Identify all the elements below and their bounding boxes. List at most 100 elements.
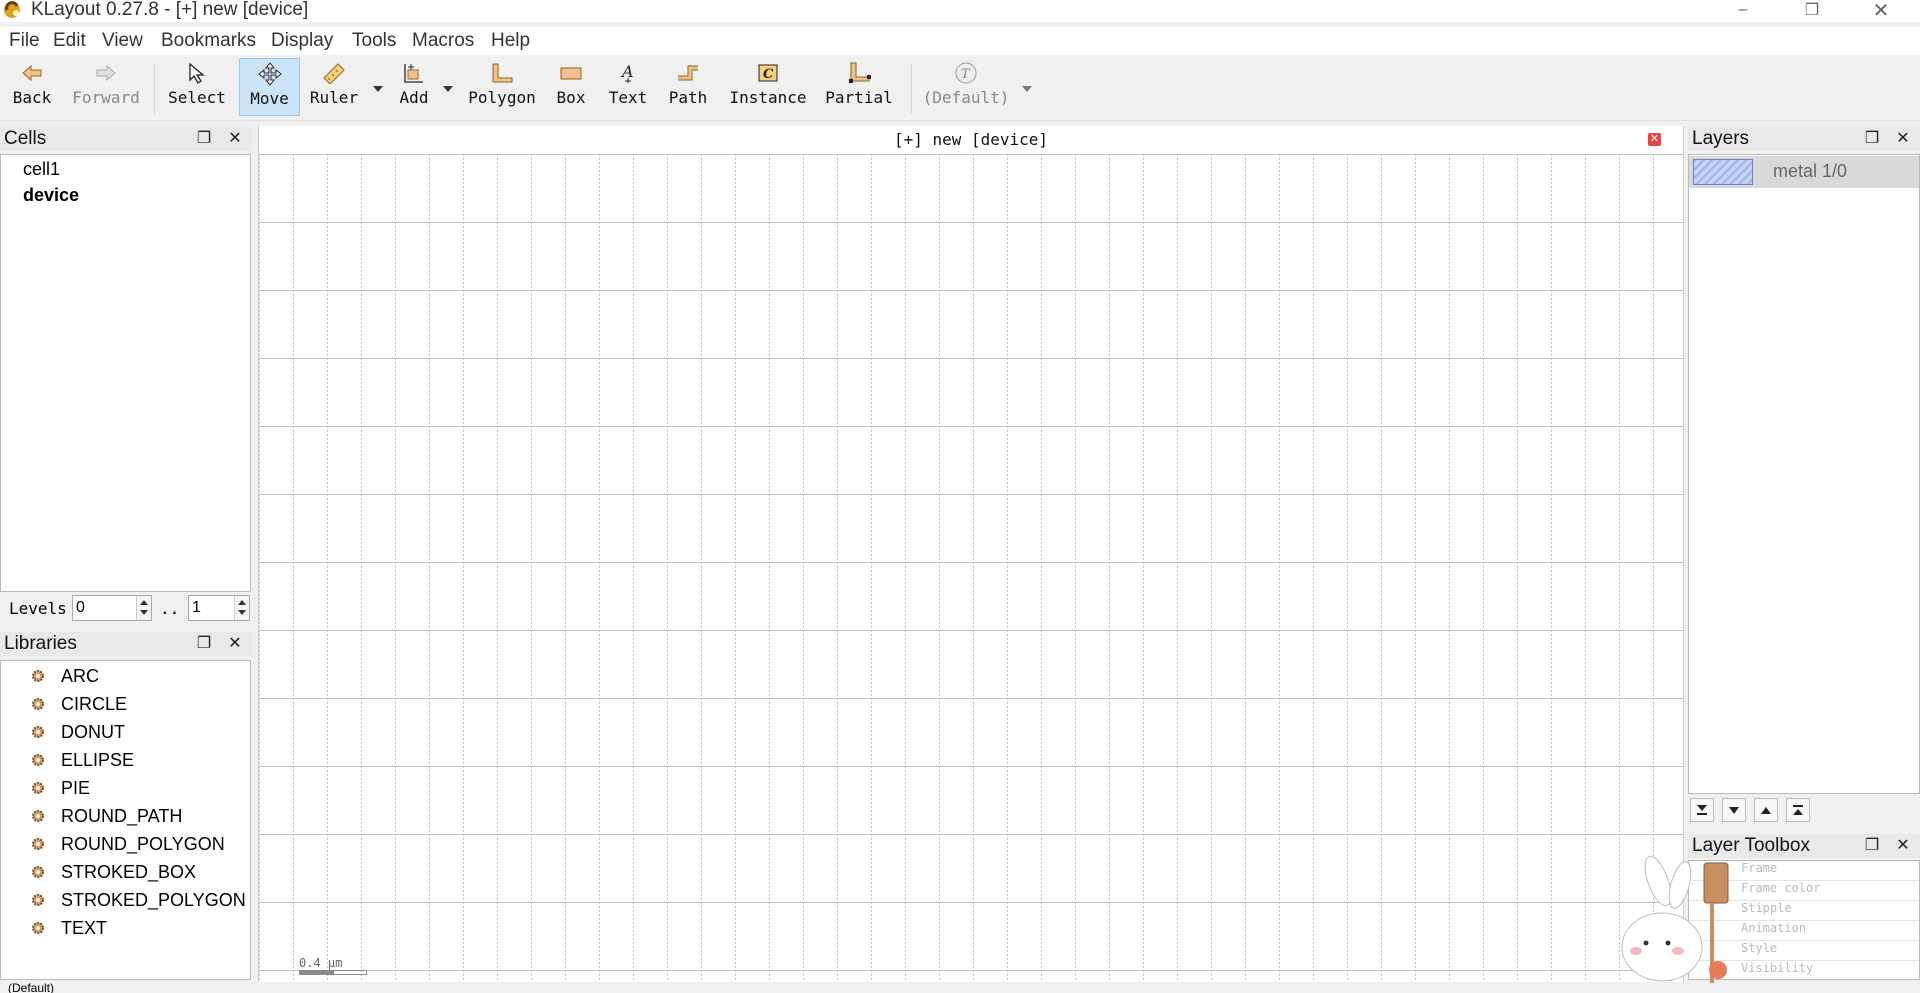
layout-grid[interactable] — [259, 154, 1683, 982]
toolbar-separator — [154, 64, 155, 114]
pcell-gear-icon — [32, 726, 44, 738]
pcell-gear-icon — [32, 866, 44, 878]
layer-item[interactable]: metal 1/0 — [1689, 156, 1919, 188]
menu-help[interactable]: Help — [491, 30, 530, 52]
polygon-icon — [492, 63, 513, 83]
close-view-icon[interactable]: ✕ — [1648, 133, 1661, 146]
pcell-gear-icon — [32, 782, 44, 794]
libraries-panel-title: Libraries — [4, 633, 77, 654]
select-button[interactable]: Select — [166, 58, 228, 116]
menu-edit[interactable]: Edit — [53, 30, 86, 52]
move-down-icon[interactable] — [1722, 798, 1746, 822]
spin-arrows-icon[interactable] — [136, 596, 151, 620]
restore-icon[interactable]: ❐ — [1789, 0, 1835, 20]
bunny-mascot-image — [1621, 855, 1729, 993]
instance-button[interactable]: C Instance — [728, 58, 808, 116]
add-dropdown-icon[interactable] — [443, 86, 453, 92]
libraries-tree[interactable]: ARC CIRCLE DONUT ELLIPSE PIE ROUND_PATH … — [0, 660, 251, 980]
window-title: KLayout 0.27.8 - [+] new [device] — [31, 0, 309, 20]
library-item[interactable]: PIE — [31, 776, 90, 800]
library-item[interactable]: ROUND_POLYGON — [31, 832, 225, 856]
add-button[interactable]: Add — [392, 58, 436, 116]
levels-to-spinbox[interactable]: 1 — [188, 595, 250, 621]
forward-arrow-icon — [96, 64, 116, 82]
close-panel-icon[interactable]: ✕ — [227, 635, 243, 652]
cells-panel-header: Cells ❐ ✕ — [0, 127, 252, 151]
forward-button[interactable]: Forward — [72, 58, 140, 116]
float-panel-icon[interactable]: ❐ — [196, 130, 212, 147]
pcell-gear-icon — [32, 894, 44, 906]
move-arrows-icon — [257, 62, 282, 86]
library-item[interactable]: STROKED_BOX — [31, 860, 196, 884]
pcell-gear-icon — [32, 670, 44, 682]
text-style-icon: T — [955, 62, 977, 84]
toolbar-separator — [911, 64, 912, 114]
cell-item-cell1[interactable]: cell1 — [23, 159, 60, 180]
float-panel-icon[interactable]: ❐ — [196, 635, 212, 652]
status-default: (Default) — [8, 983, 55, 993]
select-cursor-icon — [189, 62, 205, 84]
layers-panel-header: Layers ❐ ✕ — [1688, 127, 1920, 151]
pcell-gear-icon — [32, 810, 44, 822]
close-panel-icon[interactable]: ✕ — [227, 130, 243, 147]
close-panel-icon[interactable]: ✕ — [1895, 130, 1911, 147]
library-item[interactable]: ARC — [31, 664, 99, 688]
default-style-button[interactable]: T (Default) — [923, 58, 1009, 116]
canvas-tab-title: [+] new [device] — [893, 130, 1049, 149]
path-button[interactable]: Path — [664, 58, 712, 116]
box-button[interactable]: Box — [550, 58, 592, 116]
back-button[interactable]: Back — [8, 58, 56, 116]
menu-view[interactable]: View — [102, 30, 143, 52]
levels-separator: .. — [160, 599, 180, 618]
move-to-bottom-icon[interactable] — [1690, 798, 1714, 822]
toolbar: Back Forward Select Move Ruler Add Polyg… — [0, 56, 1920, 121]
pcell-gear-icon — [32, 838, 44, 850]
box-icon — [560, 67, 582, 80]
libraries-panel-header: Libraries ❐ ✕ — [0, 632, 252, 656]
menu-macros[interactable]: Macros — [412, 30, 474, 52]
float-panel-icon[interactable]: ❐ — [1864, 130, 1880, 147]
polygon-button[interactable]: Polygon — [465, 58, 539, 116]
move-to-top-icon[interactable] — [1786, 798, 1810, 822]
default-style-dropdown-icon[interactable] — [1022, 86, 1032, 92]
move-button[interactable]: Move — [239, 58, 300, 116]
partial-button[interactable]: Partial — [823, 58, 895, 116]
close-window-icon[interactable]: ✕ — [1858, 0, 1904, 22]
pcell-gear-icon — [32, 754, 44, 766]
cell-item-device[interactable]: device — [23, 185, 79, 206]
library-item[interactable]: ROUND_PATH — [31, 804, 182, 828]
levels-row: Levels 0 .. 1 — [0, 593, 252, 623]
cells-tree[interactable]: cell1 device — [0, 154, 251, 592]
library-item[interactable]: STROKED_POLYGON — [31, 888, 246, 912]
svg-text:A: A — [620, 62, 634, 81]
close-panel-icon[interactable]: ✕ — [1895, 837, 1911, 854]
menu-bar: File Edit View Bookmarks Display Tools M… — [0, 27, 1920, 55]
library-item[interactable]: CIRCLE — [31, 692, 127, 716]
levels-from-spinbox[interactable]: 0 — [72, 595, 152, 621]
layer-name: metal 1/0 — [1773, 161, 1848, 181]
library-item[interactable]: ELLIPSE — [31, 748, 134, 772]
ruler-button[interactable]: Ruler — [308, 58, 360, 116]
layout-canvas[interactable]: [+] new [device] ✕ 0.4 µm — [258, 126, 1684, 982]
layers-list[interactable]: metal 1/0 — [1688, 154, 1920, 794]
ruler-dropdown-icon[interactable] — [373, 86, 383, 92]
menu-bookmarks[interactable]: Bookmarks — [161, 30, 256, 52]
back-arrow-icon — [22, 64, 42, 82]
move-up-icon[interactable] — [1754, 798, 1778, 822]
pcell-gear-icon — [32, 922, 44, 934]
scale-ruler — [299, 970, 367, 975]
float-panel-icon[interactable]: ❐ — [1864, 837, 1880, 854]
layer-color-swatch[interactable] — [1693, 159, 1753, 185]
text-button[interactable]: A Text — [604, 58, 652, 116]
menu-display[interactable]: Display — [271, 30, 333, 52]
library-item[interactable]: TEXT — [31, 916, 107, 940]
menu-tools[interactable]: Tools — [352, 30, 396, 52]
menu-file[interactable]: File — [9, 30, 40, 52]
add-layout-icon — [404, 64, 423, 83]
svg-text:C: C — [763, 67, 774, 82]
spin-arrows-icon[interactable] — [234, 596, 249, 620]
layer-toolbox-title: Layer Toolbox — [1692, 835, 1810, 856]
status-bar: (Default) — [0, 983, 1920, 993]
library-item[interactable]: DONUT — [31, 720, 125, 744]
minimize-icon[interactable]: – — [1720, 0, 1766, 20]
